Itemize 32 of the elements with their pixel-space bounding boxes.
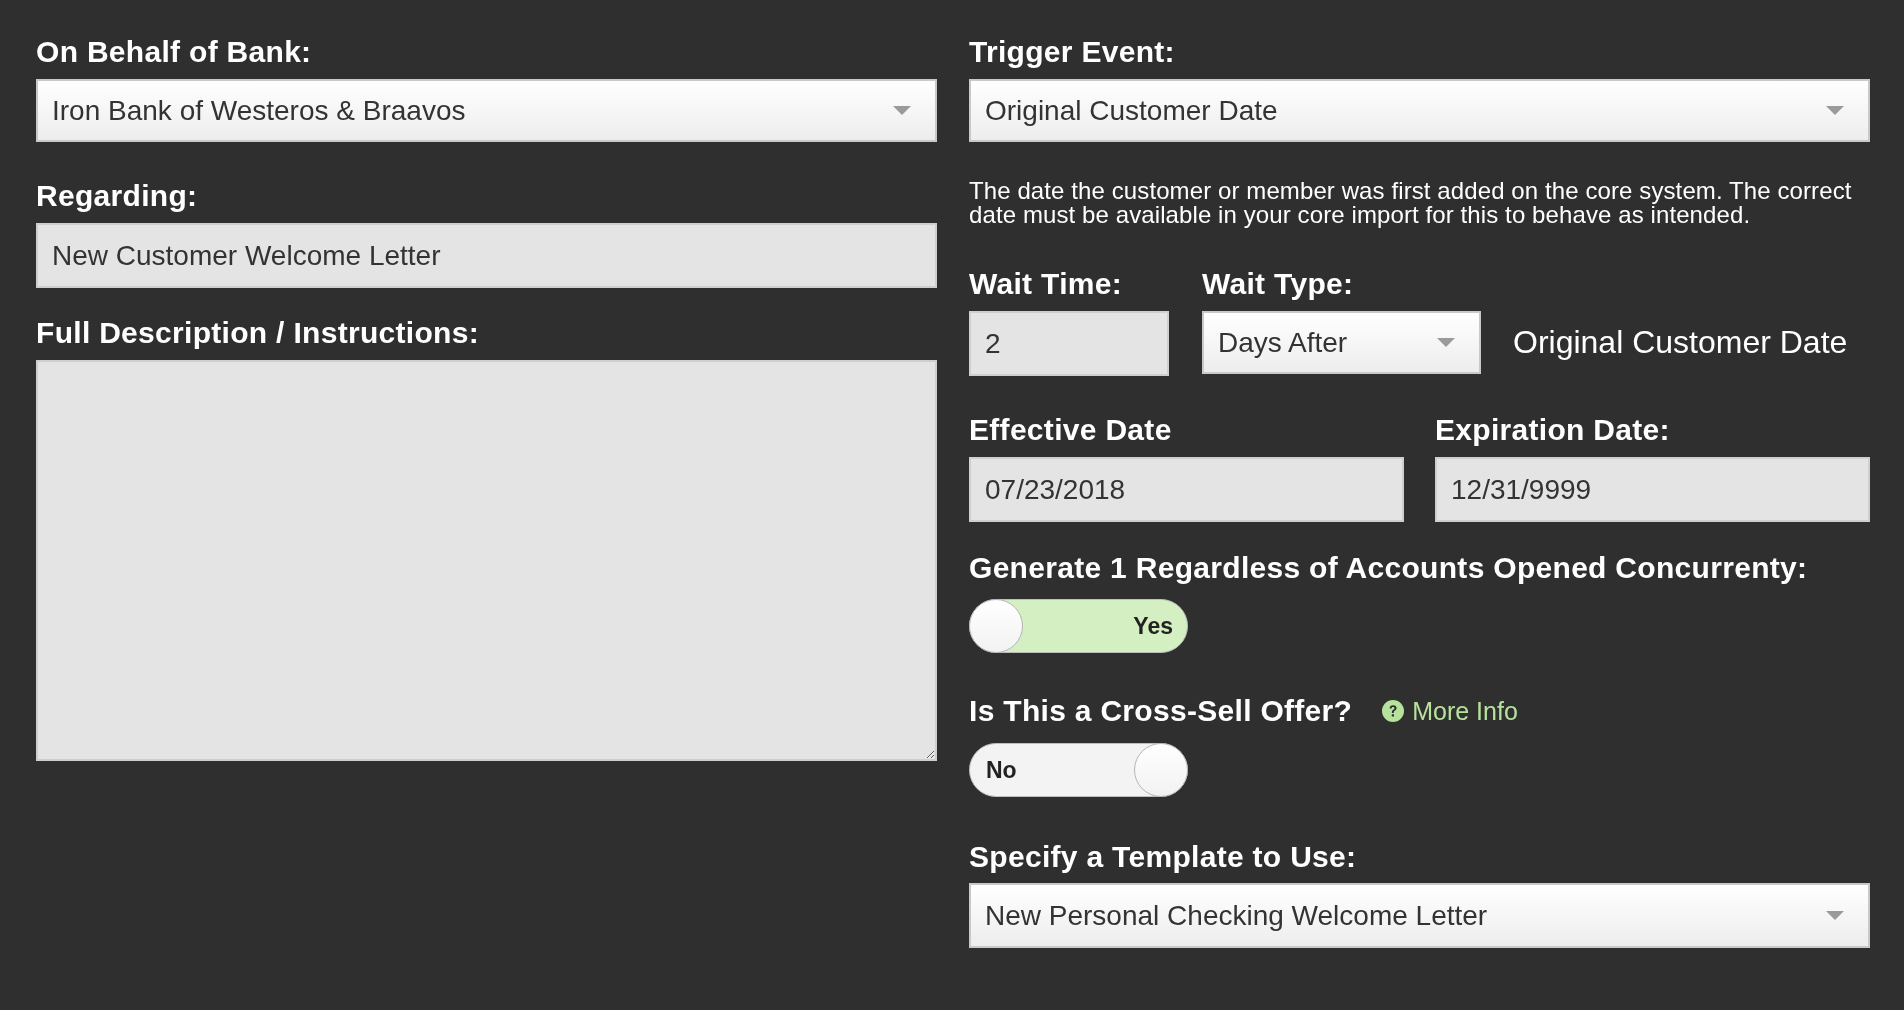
field-label: Full Description / Instructions: <box>36 315 480 351</box>
help-icon <box>1382 700 1405 722</box>
field-label: Wait Time: <box>969 266 1123 302</box>
caret-icon <box>1437 338 1455 347</box>
trigger-event-dropdown[interactable]: Original Customer Date <box>969 79 1870 142</box>
more-info-link[interactable]: More Info <box>1382 696 1518 726</box>
regarding-field[interactable]: New Customer Welcome Letter <box>36 223 937 288</box>
bank-dropdown[interactable]: Iron Bank of Westeros & Braavos <box>36 79 937 142</box>
toggle-switch[interactable]: No <box>969 743 1188 797</box>
expiration-date-field[interactable]: 12/31/9999 <box>1435 457 1870 522</box>
field-label: Specify a Template to Use: <box>969 839 1358 875</box>
effective-date-field[interactable]: 07/23/2018 <box>969 457 1404 522</box>
caret-icon <box>893 106 911 115</box>
field-label: Effective Date <box>969 412 1173 448</box>
wait-type-dropdown[interactable]: Days After <box>1202 311 1481 374</box>
field-label: Trigger Event: <box>969 34 1176 70</box>
wait-time-field[interactable]: 2 <box>969 311 1169 376</box>
reference-text: Original Customer Date <box>1513 323 1848 362</box>
field-label: Expiration Date: <box>1435 412 1671 448</box>
toggle-knob[interactable] <box>1134 743 1188 797</box>
field-label: Regarding: <box>36 178 199 214</box>
template-dropdown[interactable]: New Personal Checking Welcome Letter <box>969 883 1870 948</box>
caret-icon <box>1826 106 1844 115</box>
field-label: On Behalf of Bank: <box>36 34 313 70</box>
description-field[interactable] <box>36 360 937 761</box>
toggle-switch[interactable]: Yes <box>969 599 1188 653</box>
caret-icon <box>1826 911 1844 920</box>
field-label: Generate 1 Regardless of Accounts Opened Concurrenty: <box>969 550 1809 586</box>
help-text: The date the customer or member was first added on the core system. The correct date must be available in your core import for this to behave as intended. <box>969 179 1853 227</box>
field-label: Wait Type: <box>1202 266 1355 302</box>
toggle-knob[interactable] <box>969 599 1023 653</box>
field-label: Is This a Cross-Sell Offer? <box>969 693 1353 729</box>
